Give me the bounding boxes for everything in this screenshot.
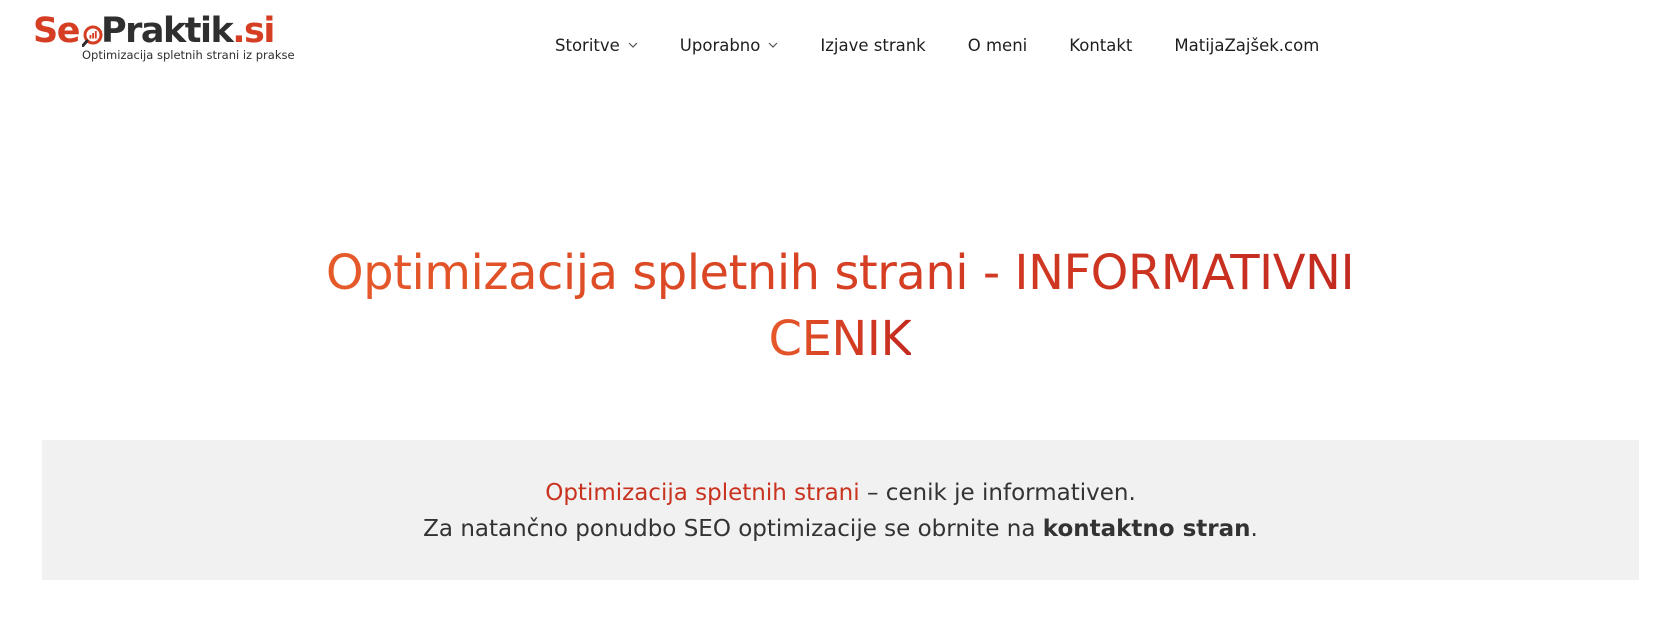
magnifier-chart-icon xyxy=(82,25,103,47)
nav-item-kontakt[interactable]: Kontakt xyxy=(1069,36,1132,55)
nav-item-label: Storitve xyxy=(555,35,620,55)
pricing-info-box: Optimizacija spletnih strani – cenik je … xyxy=(42,440,1639,580)
nav-item-matijazajsek[interactable]: MatijaZajšek.com xyxy=(1174,36,1319,55)
chevron-down-icon xyxy=(768,42,778,48)
info-line-2-text: Za natančno ponudbo SEO optimizacije se … xyxy=(423,516,1043,542)
nav-item-label: Uporabno xyxy=(679,35,761,55)
logo-part-praktik: Praktik xyxy=(100,11,234,51)
info-line-1-text: – cenik je informativen. xyxy=(859,480,1136,506)
page-title: Optimizacija spletnih strani - INFORMATI… xyxy=(240,240,1440,372)
nav-item-label: MatijaZajšek.com xyxy=(1174,35,1320,55)
nav-item-label: Kontakt xyxy=(1069,35,1133,55)
nav-item-label: O meni xyxy=(967,35,1028,55)
info-line-2: Za natančno ponudbo SEO optimizacije se … xyxy=(42,511,1639,547)
site-header: Se Praktik.si Optimizacija spletnih stran… xyxy=(0,0,1679,90)
nav-item-uporabno[interactable]: Uporabno xyxy=(680,36,779,55)
nav-item-storitve[interactable]: Storitve xyxy=(555,36,638,55)
optimization-link[interactable]: Optimizacija spletnih strani xyxy=(545,480,859,506)
page-title-line-2: CENIK xyxy=(768,311,912,367)
info-line-1: Optimizacija spletnih strani – cenik je … xyxy=(42,475,1639,511)
logo-part-seo: Se xyxy=(33,11,80,51)
nav-item-label: Izjave strank xyxy=(820,35,926,55)
nav-item-izjave-strank[interactable]: Izjave strank xyxy=(820,36,925,55)
logo-part-si: .si xyxy=(232,11,275,51)
info-line-2-suffix: . xyxy=(1250,516,1258,542)
nav-item-o-meni[interactable]: O meni xyxy=(968,36,1028,55)
logo-tagline: Optimizacija spletnih strani iz prakse xyxy=(82,48,295,62)
main-nav: Storitve Uporabno Izjave strank O meni K… xyxy=(555,30,1319,60)
page-title-line-1: Optimizacija spletnih strani - INFORMATI… xyxy=(325,245,1355,301)
contact-page-link[interactable]: kontaktno stran xyxy=(1043,516,1251,542)
chevron-down-icon xyxy=(628,42,638,48)
site-logo[interactable]: Se Praktik.si Optimizacija spletnih stran… xyxy=(33,11,295,64)
logo-wordmark: Se Praktik.si xyxy=(33,11,275,51)
